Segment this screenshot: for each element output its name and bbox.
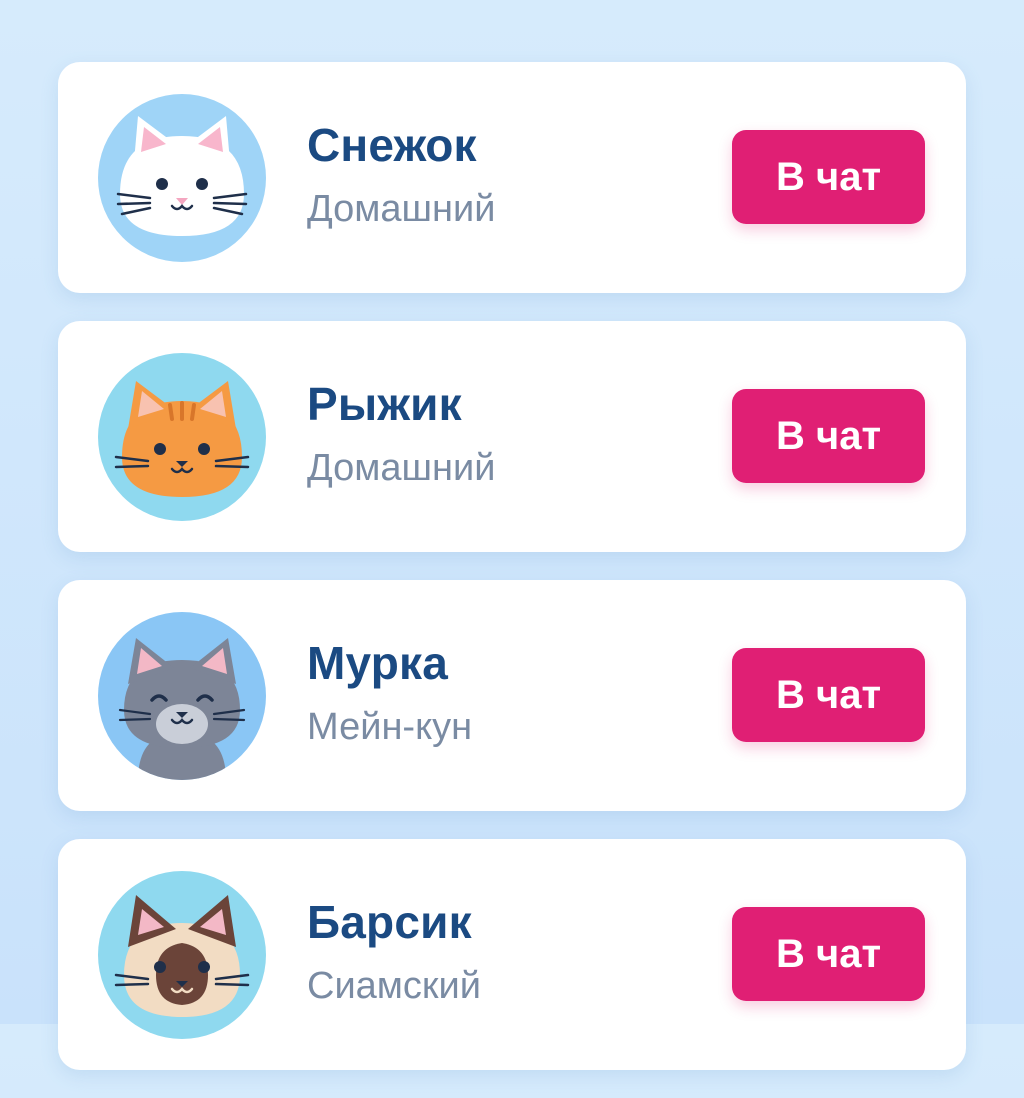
contact-breed: Мейн-кун (307, 706, 473, 748)
contact-name: Барсик (307, 896, 472, 948)
contact-breed: Домашний (307, 188, 496, 230)
open-chat-button[interactable]: В чат (732, 907, 925, 1001)
siamese-cat-icon (98, 871, 266, 1039)
contact-breed: Сиамский (307, 965, 482, 1007)
contact-card[interactable]: Снежок Домашний В чат (58, 62, 966, 293)
contact-card[interactable]: Барсик Сиамский В чат (58, 839, 966, 1070)
gray-cat-icon (98, 612, 266, 780)
contact-name: Мурка (307, 637, 448, 689)
white-cat-icon (98, 94, 266, 262)
contact-list: Снежок Домашний В чат Рыжик Домашний В ч… (58, 62, 966, 1098)
open-chat-button[interactable]: В чат (732, 648, 925, 742)
contact-name: Рыжик (307, 378, 462, 430)
contact-card[interactable]: Мурка Мейн-кун В чат (58, 580, 966, 811)
contact-name: Снежок (307, 119, 477, 171)
contact-card[interactable]: Рыжик Домашний В чат (58, 321, 966, 552)
open-chat-button[interactable]: В чат (732, 389, 925, 483)
orange-cat-icon (98, 353, 266, 521)
contact-breed: Домашний (307, 447, 496, 489)
open-chat-button[interactable]: В чат (732, 130, 925, 224)
